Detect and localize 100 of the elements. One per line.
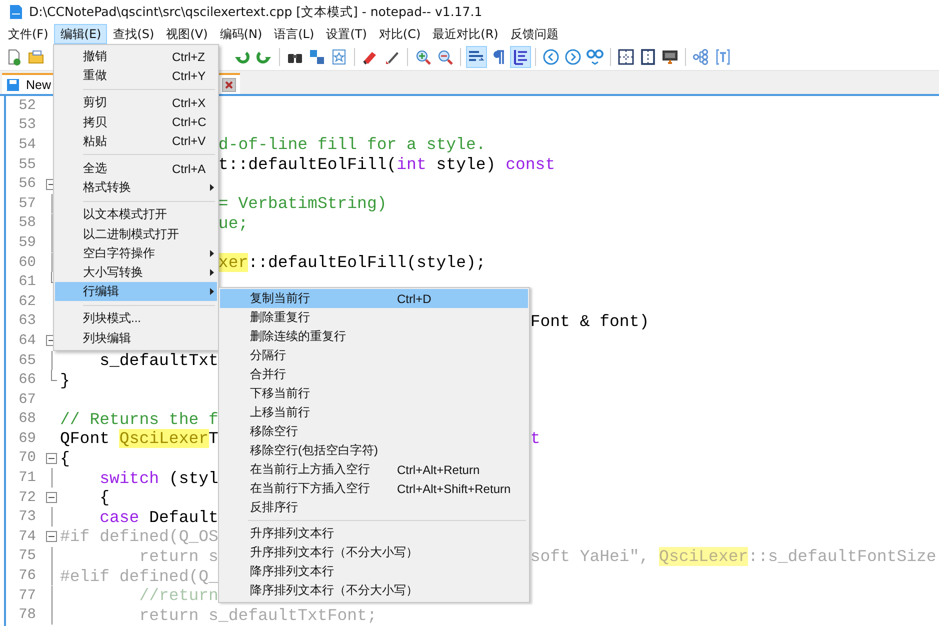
code-text: return s (138, 546, 218, 566)
line-number: 68 (18, 411, 37, 428)
fold-line (50, 507, 52, 528)
split-view-icon (617, 48, 635, 66)
menu-item[interactable]: 升序排列文本行（不分大小写） (220, 543, 528, 562)
fold-line (50, 350, 52, 370)
zoom-in-icon (414, 48, 432, 66)
menu-item[interactable]: 降序排列文本行 (220, 562, 528, 581)
menu-item[interactable]: 以文本模式打开 (55, 205, 217, 224)
menu-item[interactable]: 反排序行 (220, 498, 528, 517)
line-number: 69 (18, 430, 37, 447)
line-number: 71 (18, 470, 37, 486)
fold-toggle-icon[interactable] (46, 452, 57, 464)
menu-item[interactable]: 上移当前行 (220, 403, 528, 422)
line-number: 73 (18, 509, 37, 526)
code-text: d-of-line fill for a style. (218, 135, 486, 154)
line-number: 62 (18, 294, 37, 310)
menu-item[interactable]: 下移当前行 (220, 384, 528, 403)
word-wrap-button[interactable] (466, 46, 486, 68)
window-title: D:\CCNotePad\qscint\src\qscilexertext.cpp [文本模式] - notepad-- v1.17.1 (29, 4, 482, 20)
menu-bar-item[interactable]: 对比(C) (372, 24, 427, 44)
indent-guide-button[interactable] (510, 46, 530, 68)
menu-item[interactable]: 空白字符操作 (55, 244, 217, 263)
jump-icon (586, 48, 604, 66)
save-icon (6, 78, 20, 92)
open-folder-icon (27, 48, 45, 66)
tree-icon (692, 48, 710, 66)
menu-item[interactable]: 剪切 Ctrl+X (55, 93, 217, 113)
line-number: 54 (18, 136, 37, 153)
code-text: return s_defaultTxtFont; (138, 606, 377, 625)
code-text: xer::defaultEolFill(style); (218, 253, 486, 272)
menu-item[interactable]: 在当前行上方插入空行 Ctrl+Alt+Return (220, 460, 528, 479)
line-number: 63 (18, 313, 37, 330)
code-text: #elif defined(Q_ (60, 566, 218, 586)
menu-item[interactable]: 以二进制模式打开 (55, 224, 217, 244)
menu-bar-item[interactable]: 编辑(E) (54, 24, 108, 44)
fold-line (50, 468, 52, 488)
line-number: 67 (18, 392, 37, 408)
line-number: 60 (18, 254, 37, 271)
code-text: s_defaultTxt (98, 351, 218, 370)
menu-item[interactable]: 合并行 (220, 365, 528, 384)
code-text: soft YaHei", QsciLexer::s_defaultFontSize (530, 546, 936, 566)
menu-item[interactable]: 撤销 Ctrl+Z (55, 47, 217, 66)
code-text: { (60, 448, 70, 468)
line-number: 72 (18, 490, 37, 506)
menu-bar-item[interactable]: 设置(T) (320, 24, 373, 44)
line-number: 59 (18, 234, 37, 251)
menu-item[interactable]: 降序排列文本行（不分大小写） (220, 581, 528, 600)
line-number: 52 (18, 98, 37, 114)
line-number: 74 (18, 528, 37, 545)
menu-bar-item[interactable]: 查找(S) (107, 24, 160, 44)
menu-bar-item[interactable]: 语言(L) (268, 24, 320, 44)
line-number: 58 (18, 215, 37, 232)
menu-item[interactable]: 粘贴 Ctrl+V (55, 132, 217, 151)
app-icon (9, 4, 23, 20)
menu-item[interactable]: 重做 Ctrl+Y (55, 66, 217, 86)
menu-item[interactable]: 格式转换 (55, 178, 217, 198)
line-number: 64 (18, 332, 37, 349)
menu-item[interactable]: 删除重复行 (220, 308, 528, 327)
code-text: #if defined(Q_OS (60, 527, 218, 546)
menu-item[interactable]: 移除空行 (220, 422, 528, 441)
menu-bar-item[interactable]: 文件(F) (2, 24, 54, 44)
code-text: t (530, 429, 540, 448)
menu-item[interactable]: 列块模式... (55, 309, 217, 328)
menu-item[interactable]: 行编辑 (55, 282, 217, 302)
monitor-icon (661, 48, 679, 66)
line-number: 75 (18, 548, 37, 564)
menu-bar-item[interactable]: 编码(N) (214, 24, 268, 44)
menu-item[interactable]: 全选 Ctrl+A (55, 158, 217, 178)
fold-toggle-icon[interactable] (46, 531, 57, 542)
code-text: // Returns the f (60, 410, 218, 429)
code-text: ue; (218, 214, 248, 233)
columns-icon (639, 48, 657, 66)
close-icon[interactable] (222, 78, 236, 92)
menu-bar-item[interactable]: 最近对比(R) (426, 24, 504, 44)
line-number: 56 (18, 176, 37, 192)
menu-item[interactable]: 升序排列文本行 (220, 524, 528, 543)
menu-item[interactable]: 拷贝 Ctrl+C (55, 112, 217, 132)
menu-item[interactable]: 在当前行下方插入空行 Ctrl+Alt+Shift+Return (220, 479, 528, 498)
menu-bar-item[interactable]: 反馈问题 (504, 24, 564, 44)
zoom-out-icon (436, 48, 454, 66)
line-number: 66 (18, 372, 37, 388)
code-text: { (98, 488, 110, 508)
menu-item[interactable]: 列块编辑 (55, 328, 217, 348)
code-text: case Default (98, 508, 218, 527)
line-number: 70 (18, 450, 37, 466)
fold-toggle-icon[interactable] (46, 492, 57, 504)
menu-item[interactable]: 移除空行(包括空白字符) (220, 441, 528, 460)
menu-item[interactable]: 大小写转换 (55, 262, 217, 282)
line-number: 57 (18, 196, 37, 212)
code-text: //return (138, 586, 218, 606)
line-number: 55 (18, 156, 37, 173)
replace-icon (308, 48, 326, 66)
menu-item[interactable]: 删除连续的重复行 (220, 327, 528, 346)
menu-bar-item[interactable]: 视图(V) (160, 24, 214, 44)
code-text: = VerbatimString) (218, 194, 387, 214)
menu-item[interactable]: 分隔行 (220, 346, 528, 365)
code-text: Font & font) (530, 312, 650, 331)
menu-item[interactable]: 复制当前行 Ctrl+D (220, 289, 528, 308)
bracket-t-icon (714, 48, 732, 66)
